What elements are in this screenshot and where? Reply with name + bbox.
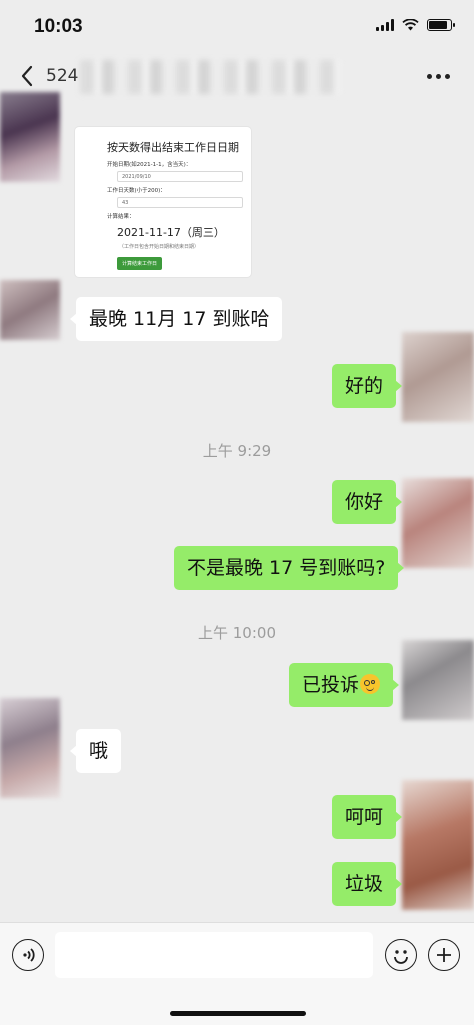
card-days-label: 工作日天数(小于200)： xyxy=(107,188,166,194)
input-bar xyxy=(0,922,474,1025)
contact-avatar[interactable] xyxy=(0,92,60,182)
wifi-icon xyxy=(402,19,419,31)
signal-icon xyxy=(376,19,394,31)
chat-title: 524 xyxy=(46,66,79,86)
battery-icon xyxy=(427,19,455,31)
card-calc-button: 计算结束工作日 xyxy=(117,257,163,270)
message-text: 已投诉 xyxy=(302,674,360,696)
voice-icon[interactable] xyxy=(12,939,44,971)
message-bubble[interactable]: 最晚 11月 17 到账哈 xyxy=(69,297,283,341)
my-avatar[interactable] xyxy=(402,478,474,568)
card-start-label: 开始日期(如2021-1-1，含当天)： xyxy=(107,162,192,168)
contact-avatar[interactable] xyxy=(0,698,60,798)
status-bar: 10:03 xyxy=(0,0,474,54)
message-bubble[interactable]: 呵呵 xyxy=(332,795,403,839)
message-bubble[interactable]: 垃圾 xyxy=(332,862,403,906)
message-input[interactable] xyxy=(55,932,373,978)
message-bubble[interactable]: 不是最晚 17 号到账吗? xyxy=(174,546,405,590)
message-bubble[interactable]: 哦 xyxy=(69,729,122,773)
message-bubble[interactable]: 你好 xyxy=(332,480,403,524)
message-bubble[interactable]: 已投诉 xyxy=(289,663,400,707)
message-timestamp: 上午 9:29 xyxy=(202,442,272,460)
home-indicator xyxy=(170,1011,306,1016)
more-icon[interactable] xyxy=(427,74,450,79)
card-result-label: 计算结果： xyxy=(107,214,135,220)
back-icon[interactable] xyxy=(16,62,40,90)
message-bubble[interactable]: 好的 xyxy=(332,364,403,408)
blurred-title-region xyxy=(80,60,340,94)
status-time: 10:03 xyxy=(34,16,83,37)
emoji-icon[interactable] xyxy=(385,939,417,971)
card-result-value: 2021-11-17（周三） xyxy=(117,226,225,239)
card-heading: 按天数得出结束工作日日期 xyxy=(107,141,239,154)
my-avatar[interactable] xyxy=(402,640,474,720)
card-start-value: 2021/09/10 xyxy=(117,171,243,182)
my-avatar[interactable] xyxy=(402,780,474,910)
plus-icon[interactable] xyxy=(428,939,460,971)
message-timestamp: 上午 10:00 xyxy=(198,624,276,642)
image-message[interactable]: 按天数得出结束工作日日期 开始日期(如2021-1-1，含当天)： 2021/0… xyxy=(75,127,251,277)
my-avatar[interactable] xyxy=(402,332,474,422)
card-days-value: 43 xyxy=(117,197,243,208)
flushed-face-icon xyxy=(360,674,381,694)
contact-avatar[interactable] xyxy=(0,280,60,340)
status-icons xyxy=(376,19,455,31)
card-note: （工作日包含开始日期和结束日期） xyxy=(119,244,200,250)
chat-header: 524 xyxy=(0,54,474,98)
